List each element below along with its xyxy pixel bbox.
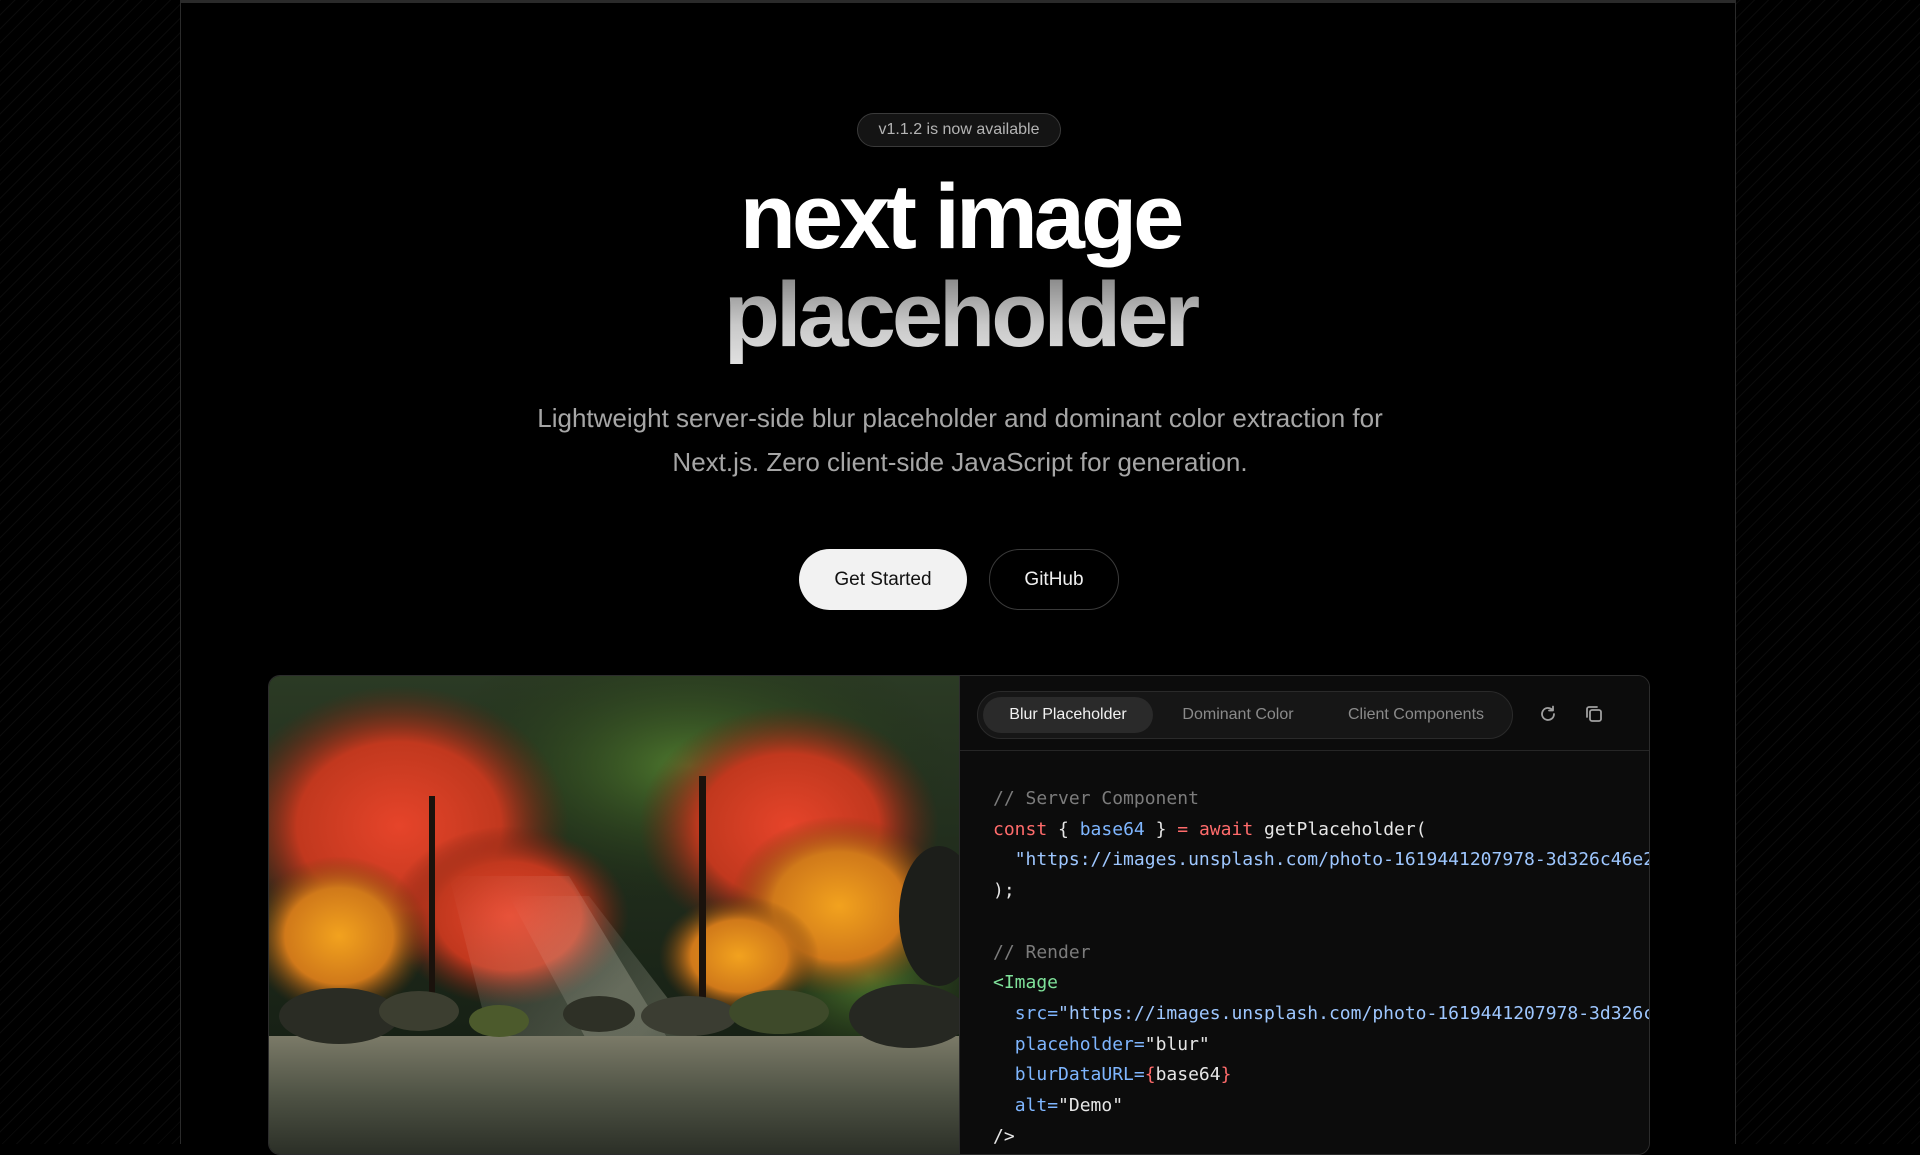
tab-client-components[interactable]: Client Components: [1326, 697, 1506, 733]
code-snippet: // Server Component const { base64 } = a…: [993, 784, 1650, 1152]
code-brace: {: [1144, 1064, 1156, 1086]
code-string: "https://images.unsplash.com/photo-16194…: [1058, 1002, 1649, 1024]
code-keyword: const: [993, 818, 1048, 840]
hero-title-line2: placeholder: [560, 266, 1360, 364]
code-operator: =: [1177, 818, 1189, 840]
code-variable: base64: [1155, 1064, 1221, 1086]
github-button[interactable]: GitHub: [989, 549, 1119, 610]
code-string: "https://images.unsplash.com/photo-16194…: [1014, 849, 1650, 871]
hero-subtitle: Lightweight server-side blur placeholder…: [480, 396, 1440, 484]
code-attribute: src=: [1014, 1002, 1059, 1024]
code-function: getPlaceholder(: [1264, 818, 1427, 840]
tab-blur-placeholder[interactable]: Blur Placeholder: [983, 697, 1153, 733]
code-keyword: await: [1198, 818, 1254, 840]
version-badge[interactable]: v1.1.2 is now available: [857, 113, 1061, 147]
code-comment: // Render: [993, 941, 1091, 963]
copy-icon[interactable]: [1580, 700, 1608, 728]
code-string: "blur": [1144, 1033, 1210, 1055]
code-comment: // Server Component: [993, 788, 1199, 809]
hero-subtitle-line2: Next.js. Zero client-side JavaScript for…: [672, 447, 1248, 477]
code-punct: {: [1058, 818, 1069, 840]
code-panel: Blur Placeholder Dominant Color Client C…: [959, 676, 1650, 1154]
code-punct: );: [993, 880, 1015, 902]
code-string: "Demo": [1058, 1095, 1124, 1117]
tab-dominant-color[interactable]: Dominant Color: [1158, 697, 1318, 733]
code-variable: base64: [1079, 818, 1145, 840]
tab-group: Blur Placeholder Dominant Color Client C…: [977, 691, 1513, 739]
code-panel-header: Blur Placeholder Dominant Color Client C…: [960, 676, 1649, 751]
code-brace: }: [1220, 1064, 1232, 1086]
code-tag: <Image: [993, 972, 1059, 994]
demo-card: Blur Placeholder Dominant Color Client C…: [268, 675, 1650, 1155]
hero-subtitle-line1: Lightweight server-side blur placeholder…: [537, 403, 1383, 433]
refresh-icon[interactable]: [1534, 700, 1562, 728]
garden-photo: [269, 676, 959, 1154]
demo-image: [269, 676, 959, 1154]
hero-title: next image placeholder: [560, 168, 1360, 364]
get-started-button[interactable]: Get Started: [799, 549, 967, 610]
code-attribute: placeholder=: [1014, 1033, 1145, 1055]
code-punct: }: [1155, 818, 1167, 840]
code-attribute: alt=: [1014, 1095, 1059, 1117]
code-attribute: blurDataURL=: [1014, 1064, 1145, 1086]
hero-title-line1: next image: [739, 166, 1185, 268]
